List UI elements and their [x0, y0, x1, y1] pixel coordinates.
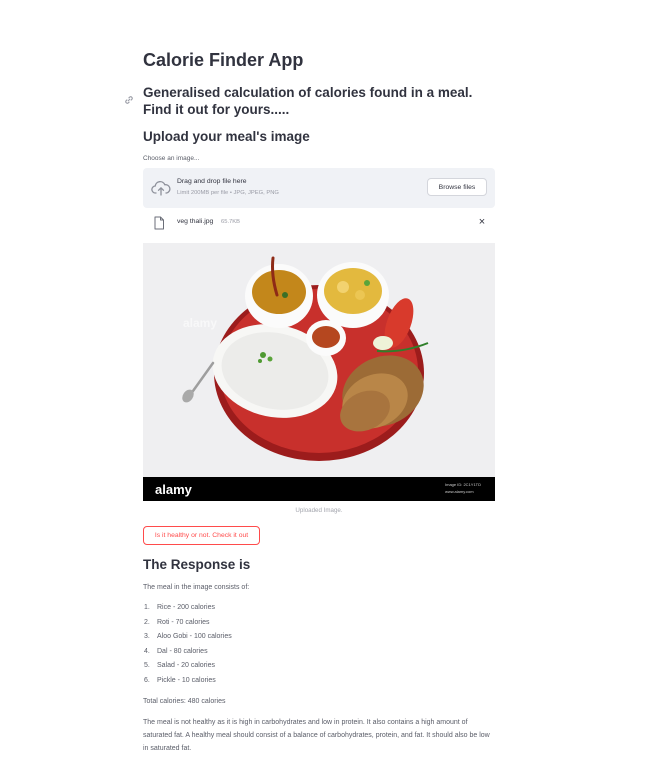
image-footer-url: www.alamy.com [445, 489, 474, 494]
upload-heading: Upload your meal's image [143, 129, 310, 144]
list-item-number: 2. [144, 618, 150, 626]
file-dropzone[interactable]: Drag and drop file here Limit 200MB per … [143, 168, 495, 208]
page-title: Calorie Finder App [143, 50, 304, 70]
list-item-number: 3. [144, 633, 150, 641]
list-item-number: 1. [144, 604, 150, 611]
app-subtitle: Generalised calculation of calories foun… [143, 85, 473, 117]
file-icon [154, 216, 164, 230]
response-heading: The Response is [143, 557, 251, 572]
uploader-label: Choose an image... [143, 155, 200, 162]
list-item-text: Pickle - 10 calories [157, 676, 216, 684]
list-item-number: 6. [144, 676, 150, 684]
response-intro: The meal in the image consists of: [143, 584, 250, 591]
list-item-number: 5. [144, 662, 150, 670]
file-size: 65.7KB [221, 219, 241, 225]
dropzone-limit: Limit 200MB per file • JPG, JPEG, PNG [177, 190, 279, 196]
image-footer-id: Image ID: 2C1Y1TD [445, 482, 481, 487]
list-item-text: Rice - 200 calories [157, 604, 215, 611]
image-caption: Uploaded Image. [295, 507, 343, 514]
list-item-text: Roti - 70 calories [157, 618, 210, 626]
uploaded-file-row: veg thali.jpg 65.7KB × [143, 212, 495, 234]
browse-files-button[interactable]: Browse files [427, 178, 487, 196]
dropzone-instructions: Drag and drop file here [177, 178, 247, 185]
file-name: veg thali.jpg [177, 218, 214, 225]
list-item-text: Aloo Gobi - 100 calories [157, 633, 232, 641]
list-item-text: Salad - 20 calories [157, 662, 215, 670]
list-item-text: Dal - 80 calories [157, 647, 208, 655]
close-icon[interactable]: × [475, 215, 489, 229]
image-footer-logo: alamy [155, 482, 193, 497]
health-verdict: The meal is not healthy as it is high in… [143, 719, 490, 752]
cloud-upload-icon [151, 181, 171, 196]
total-calories: Total calories: 480 calories [143, 698, 226, 705]
uploaded-meal-image: alamy alamy Image ID: 2C1Y1TD www.alamy.… [143, 243, 495, 501]
image-watermark: alamy [183, 316, 217, 330]
list-item-number: 4. [144, 647, 150, 655]
link-icon[interactable] [123, 94, 135, 106]
check-healthy-button[interactable]: Is it healthy or not. Check it out [143, 526, 260, 545]
